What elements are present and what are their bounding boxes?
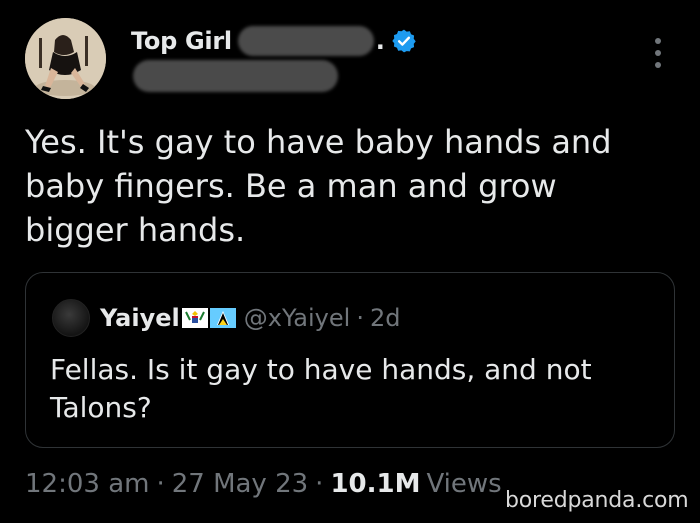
quoted-tweet[interactable]: Yaiyel @xYaiyel · 2d Fellas. Is it gay t… [25,272,675,448]
us-virgin-islands-flag-icon [181,308,208,328]
author-avatar[interactable] [25,18,106,99]
views-label: Views [426,469,502,499]
author-name-row: Top Girl . [131,24,417,58]
meta-separator: · [315,469,324,499]
tweet-date[interactable]: 27 May 23 [172,469,308,499]
quoted-timestamp[interactable]: 2d [370,304,401,332]
more-dot [655,50,661,56]
quoted-tweet-header: Yaiyel @xYaiyel · 2d [52,299,400,337]
quoted-separator: · [356,304,364,332]
meta-separator: · [156,469,165,499]
quoted-author-handle[interactable]: @xYaiyel [244,304,351,332]
tweet-time[interactable]: 12:03 am [25,469,149,499]
author-name-suffix: . [375,27,385,55]
avatar-photo [25,18,106,99]
tweet-meta: 12:03 am · 27 May 23 · 10.1M Views [25,466,502,502]
author-handle-redaction [133,60,338,92]
author-display-name[interactable]: Top Girl [131,27,232,55]
redaction-bar [237,26,374,56]
quoted-author-avatar[interactable] [52,299,90,337]
views-count[interactable]: 10.1M [330,469,420,499]
more-dot [655,62,661,68]
more-dot [655,38,661,44]
tweet-text: Yes. It's gay to have baby hands and bab… [25,123,612,249]
more-options-icon[interactable] [650,38,666,68]
quoted-author-name[interactable]: Yaiyel [100,304,180,332]
watermark: boredpanda.com [505,488,689,513]
saint-lucia-flag-icon [209,308,236,328]
verified-badge-icon [392,29,416,53]
quoted-tweet-text: Fellas. Is it gay to have hands, and not… [50,353,592,424]
